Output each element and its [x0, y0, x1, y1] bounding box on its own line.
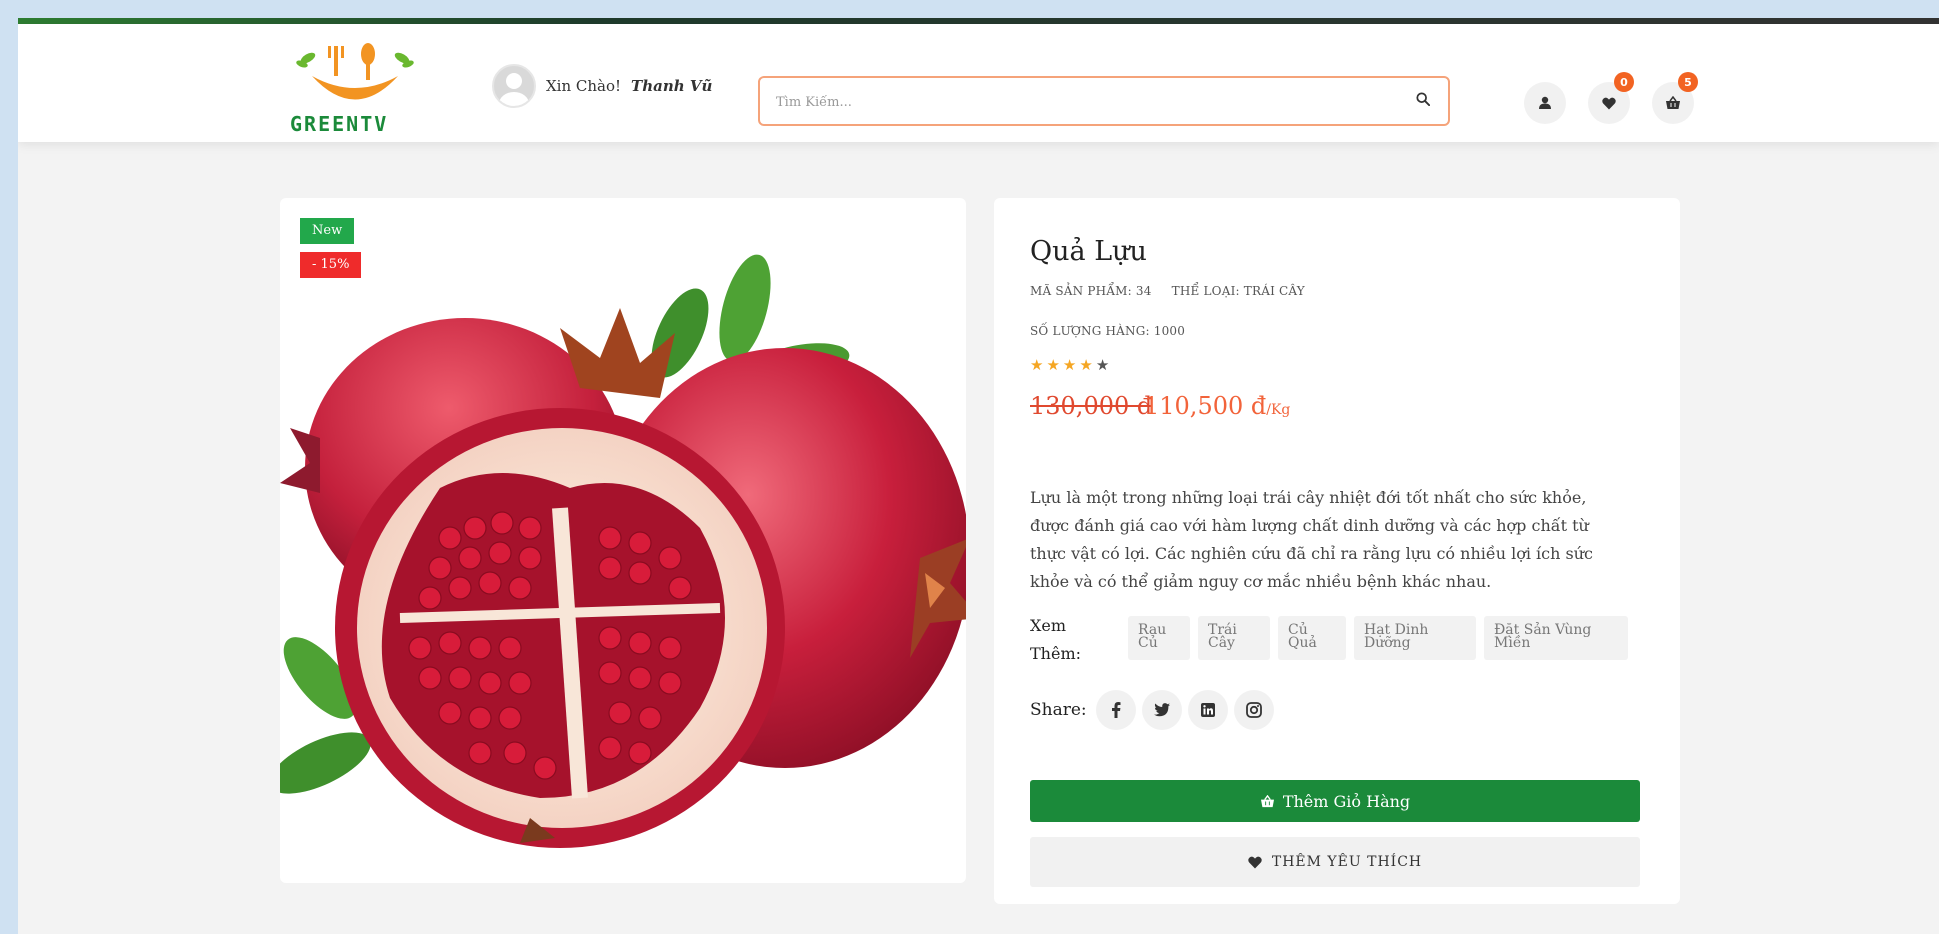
cart-count-badge: 5 — [1678, 72, 1698, 92]
share-linkedin-button[interactable] — [1188, 690, 1228, 730]
price-unit: /Kg — [1266, 402, 1291, 418]
user-icon — [1539, 96, 1551, 109]
tag-chip[interactable]: Hạt Dinh Dưỡng — [1354, 616, 1476, 660]
star-icon: ★ — [1062, 356, 1080, 374]
star-icon: ★ — [1046, 356, 1063, 374]
product-image-card: New - 15% — [280, 198, 966, 883]
product-stock: SỐ LƯỢNG HÀNG: 1000 — [1030, 324, 1186, 338]
product-image[interactable] — [280, 238, 966, 858]
add-to-cart-button[interactable]: Thêm Giỏ Hàng — [1030, 780, 1640, 822]
search-icon[interactable] — [1416, 92, 1430, 106]
add-to-wishlist-label: THÊM YÊU THÍCH — [1271, 854, 1423, 870]
star-empty-icon: ★ — [1095, 356, 1113, 374]
page: GREENTV Xin Chào! Thanh Vũ 0 — [18, 18, 1939, 934]
heart-icon — [1602, 97, 1616, 109]
product-description: Lựu là một trong những loại trái cây nhi… — [1030, 488, 1593, 591]
sale-price-value: 110,500 đ — [1144, 392, 1267, 420]
wishlist-count-badge: 0 — [1614, 72, 1634, 92]
basket-icon — [1260, 794, 1274, 807]
twitter-icon — [1154, 703, 1170, 717]
tag-chip[interactable]: Đặt Sản Vùng Miền — [1484, 616, 1628, 660]
wishlist-button[interactable]: 0 — [1588, 72, 1634, 124]
search-box — [758, 76, 1450, 126]
product-category: THỂ LOẠI: TRÁI CÂY — [1171, 284, 1305, 298]
search-input[interactable] — [760, 78, 1378, 126]
site-header: GREENTV Xin Chào! Thanh Vũ 0 — [18, 24, 1939, 142]
avatar — [492, 64, 536, 108]
share-facebook-button[interactable] — [1096, 690, 1136, 730]
product-sku: MÃ SẢN PHẨM: 34 — [1030, 284, 1152, 298]
add-to-wishlist-button[interactable]: THÊM YÊU THÍCH — [1030, 837, 1640, 887]
tag-chip[interactable]: Trái Cây — [1198, 616, 1270, 660]
linkedin-icon — [1201, 703, 1215, 717]
cart-button[interactable]: 5 — [1652, 72, 1698, 124]
logo-icon — [296, 43, 414, 100]
greeting-text: Xin Chào! — [546, 77, 622, 95]
product-meta: MÃ SẢN PHẨM: 34 THỂ LOẠI: TRÁI CÂY — [1030, 284, 1305, 298]
sale-price: 110,500 đ/Kg — [1144, 392, 1290, 420]
basket-icon — [1666, 96, 1680, 109]
share-instagram-button[interactable] — [1234, 690, 1274, 730]
logo[interactable]: GREENTV — [290, 38, 430, 138]
share-label: Share: — [1030, 700, 1087, 720]
tag-chip[interactable]: Củ Quả — [1278, 616, 1346, 660]
product-info-card: Quả Lựu MÃ SẢN PHẨM: 34 THỂ LOẠI: TRÁI C… — [994, 198, 1680, 904]
facebook-icon — [1112, 702, 1121, 718]
share-twitter-button[interactable] — [1142, 690, 1182, 730]
user-greeting[interactable]: Xin Chào! Thanh Vũ — [492, 64, 712, 108]
product-title: Quả Lựu — [1030, 236, 1147, 267]
add-to-cart-label: Thêm Giỏ Hàng — [1282, 791, 1411, 811]
account-button[interactable] — [1524, 82, 1566, 124]
star-icon: ★ — [1030, 356, 1047, 374]
star-icon: ★ — [1079, 356, 1096, 374]
user-name: Thanh Vũ — [631, 77, 713, 95]
original-price: 130,000 đ — [1030, 392, 1153, 420]
heart-icon — [1248, 856, 1262, 868]
instagram-icon — [1246, 702, 1262, 718]
see-more-label: Xem Thêm: — [1030, 616, 1082, 663]
rating-stars: ★★★★★ — [1030, 356, 1112, 374]
tag-chip[interactable]: Rau Củ — [1128, 616, 1190, 660]
logo-text: GREENTV — [290, 112, 389, 136]
